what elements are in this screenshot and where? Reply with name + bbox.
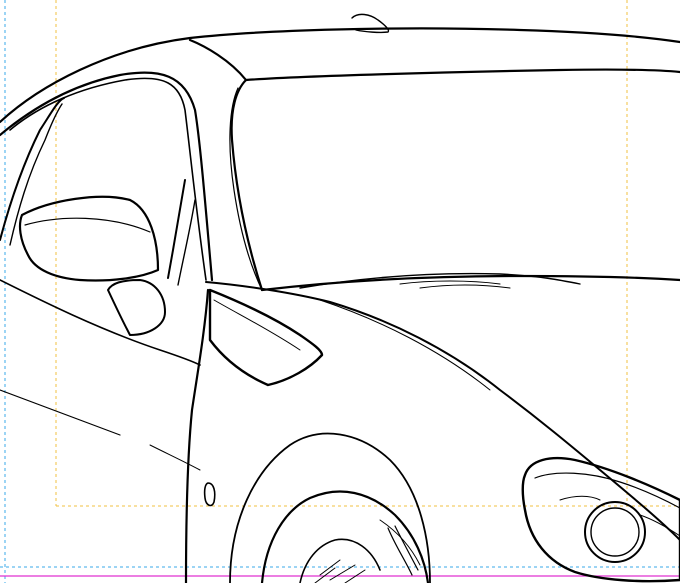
windshield-left-edge <box>230 78 264 292</box>
headlight-projector-inner <box>590 507 640 557</box>
drawing-canvas[interactable] <box>0 0 680 583</box>
side-mirror-housing <box>18 195 160 282</box>
side-mirror-stem <box>107 279 166 336</box>
fender-vent-inner <box>213 299 301 351</box>
side-marker <box>203 482 216 507</box>
wheel-arch-outer <box>229 432 431 583</box>
wheel-spoke-lines <box>314 559 366 583</box>
roof-inner-line <box>188 38 680 82</box>
body-beltline <box>0 279 201 366</box>
headlight-projector <box>584 501 646 563</box>
body-side-crease <box>0 389 121 436</box>
side-mirror-line <box>24 217 151 233</box>
wheel-arch-detail <box>379 519 421 566</box>
windshield-bottom-cowl <box>260 274 680 292</box>
door-frame-vertical-2 <box>177 199 196 286</box>
side-window-inner <box>9 103 63 246</box>
body-side-crease-2 <box>149 444 201 471</box>
fender-vent <box>208 288 324 387</box>
hood-crease <box>319 299 491 391</box>
brake-detail <box>387 525 419 576</box>
windshield-inner-edge <box>229 87 263 291</box>
car-line-art <box>0 13 680 583</box>
door-front-edge <box>184 288 210 583</box>
cowl-detail <box>399 280 511 289</box>
wheel-tire-arc <box>299 538 381 583</box>
a-pillar-inner <box>9 77 207 281</box>
a-pillar-outer <box>0 71 214 282</box>
wheel-arch-inner <box>260 490 430 583</box>
